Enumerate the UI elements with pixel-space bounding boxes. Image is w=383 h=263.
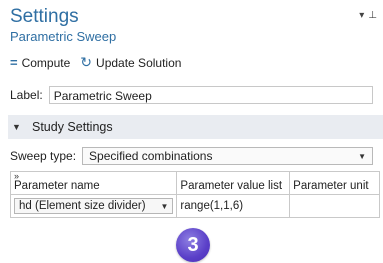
- column-header-parameter-name[interactable]: » Parameter name: [9, 171, 178, 195]
- update-solution-button[interactable]: ↻ Update Solution: [80, 54, 181, 71]
- column-header-label: Parameter name: [14, 180, 100, 192]
- sweep-type-row: Sweep type: Specified combinations ▼: [10, 147, 374, 165]
- section-study-settings[interactable]: ▼ Study Settings: [8, 115, 383, 139]
- window-controls: ▾ ⊥: [359, 10, 377, 21]
- label-input[interactable]: Parametric Sweep: [48, 86, 373, 104]
- label-row: Label: Parametric Sweep: [10, 86, 373, 104]
- step-number-badge: 3: [176, 228, 210, 262]
- chevron-down-icon: ▼: [358, 151, 367, 161]
- parameter-name-cell: hd (Element size divider) ▼: [9, 194, 178, 218]
- dropdown-icon[interactable]: ▾: [359, 10, 364, 21]
- sort-icon: »: [14, 171, 20, 181]
- page-title: Settings: [10, 6, 79, 27]
- parameter-value-list-cell[interactable]: range(1,1,6): [176, 194, 291, 218]
- refresh-icon: ↻: [80, 54, 93, 70]
- sweep-type-value: Specified combinations: [89, 149, 213, 163]
- pin-icon[interactable]: ⊥: [368, 10, 377, 21]
- table-row[interactable]: hd (Element size divider) ▼ range(1,1,6): [9, 194, 380, 218]
- parameter-name-value: hd (Element size divider): [19, 200, 146, 212]
- parameter-name-select[interactable]: hd (Element size divider) ▼: [14, 198, 174, 214]
- compute-icon: =: [10, 55, 18, 70]
- update-solution-label: Update Solution: [96, 55, 182, 70]
- sweep-type-label: Sweep type:: [10, 149, 77, 163]
- chevron-down-icon: ▼: [160, 201, 169, 211]
- compute-label: Compute: [21, 55, 71, 70]
- column-header-parameter-value-list[interactable]: Parameter value list: [176, 171, 291, 195]
- table-header-row: » Parameter name Parameter value list Pa…: [9, 171, 380, 195]
- toolbar: = Compute ↻ Update Solution: [10, 54, 181, 71]
- compute-button[interactable]: = Compute: [10, 55, 70, 70]
- label-field-label: Label:: [10, 88, 43, 102]
- collapse-chevron-icon[interactable]: ▼: [12, 122, 22, 132]
- page-subtitle: Parametric Sweep: [10, 29, 117, 44]
- parameter-unit-cell[interactable]: [289, 194, 380, 218]
- column-header-parameter-unit[interactable]: Parameter unit: [289, 171, 380, 195]
- sweep-type-select[interactable]: Specified combinations ▼: [82, 147, 374, 165]
- parameter-table: » Parameter name Parameter value list Pa…: [9, 171, 380, 218]
- section-title: Study Settings: [32, 120, 113, 134]
